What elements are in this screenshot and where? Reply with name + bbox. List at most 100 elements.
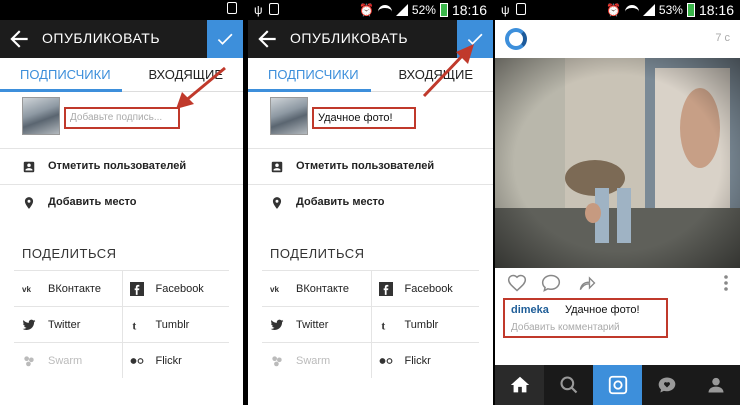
share-swarm-label: Swarm [296,355,331,367]
notification-icon [227,2,237,14]
status-bar [0,0,243,20]
caption-input[interactable]: Удачное фото! [312,107,416,129]
tab-direct[interactable]: ВХОДЯЩИЕ [148,67,223,82]
flickr-icon [379,358,392,364]
nav-home[interactable] [495,365,544,405]
battery-icon [686,3,695,17]
share-vk[interactable]: vk ВКонтакте [262,270,371,306]
back-arrow-icon[interactable] [254,26,280,52]
wifi-icon [377,5,392,15]
swarm-icon [24,356,34,367]
vk-icon: vk [270,285,280,294]
nav-search[interactable] [544,365,593,405]
check-icon [467,33,483,45]
share-grid: vk ВКонтакте Facebook Twitter t Tumblr S… [14,270,229,378]
share-vk[interactable]: vk ВКонтакте [14,270,122,306]
tag-person-icon [23,161,35,173]
share-tumblr-label: Tumblr [155,319,190,331]
add-comment-link[interactable]: Добавить комментарий [511,322,620,333]
heart-icon[interactable] [507,273,527,293]
nav-profile[interactable] [691,365,740,405]
post-header: 7 c [495,20,740,58]
tab-followers[interactable]: ПОДПИСЧИКИ [20,67,111,82]
publish-screen-filled: ψ ⏰ 52% 18:16 ОПУБЛИКОВАТЬ ПОДПИСЧИКИ ВХ… [248,0,493,405]
share-vk-label: ВКонтакте [296,283,349,295]
photo-thumbnail [22,97,60,135]
share-flickr[interactable]: Flickr [370,342,479,378]
swarm-icon [272,356,282,367]
avatar[interactable] [505,28,527,50]
confirm-button[interactable] [207,20,243,58]
share-swarm[interactable]: Swarm [262,342,371,378]
share-twitter-label: Twitter [296,319,329,331]
caption-input[interactable]: Добавьте подпись... [64,107,180,129]
confirm-button[interactable] [457,20,493,58]
nav-camera[interactable] [593,365,642,405]
share-swarm[interactable]: Swarm [14,342,122,378]
share-tumblr-label: Tumblr [404,319,439,331]
share-facebook[interactable]: Facebook [370,270,479,306]
usb-icon: ψ [254,3,263,17]
add-location-label: Добавить место [48,196,137,208]
compose-area: Добавьте подпись... [0,93,243,143]
location-pin-icon [24,197,34,209]
usb-icon: ψ [501,3,510,17]
tab-indicator [248,89,371,92]
location-pin-icon [272,197,282,209]
battery-icon [439,3,448,17]
share-tumblr[interactable]: t Tumblr [370,306,479,342]
share-twitter[interactable]: Twitter [262,306,371,342]
status-time: 18:16 [451,2,487,18]
facebook-icon [378,282,393,296]
notification-icon [268,3,279,15]
tag-people-row[interactable]: Отметить пользователей [248,148,493,184]
publish-screen-empty: ОПУБЛИКОВАТЬ ПОДПИСЧИКИ ВХОДЯЩИЕ Добавьт… [0,0,243,405]
tab-direct[interactable]: ВХОДЯЩИЕ [398,67,473,82]
svg-text:vk: vk [270,285,280,294]
bottom-nav [495,365,740,405]
page-title: ОПУБЛИКОВАТЬ [42,30,161,46]
alarm-icon: ⏰ [605,3,621,17]
post-caption-text: Удачное фото! [565,304,640,316]
add-location-label: Добавить место [296,196,385,208]
tag-people-row[interactable]: Отметить пользователей [0,148,243,184]
page-title: ОПУБЛИКОВАТЬ [290,30,409,46]
facebook-icon [129,282,144,296]
share-arrow-icon[interactable] [577,273,597,293]
tab-bar: ПОДПИСЧИКИ ВХОДЯЩИЕ [248,58,493,92]
svg-text:t: t [381,320,385,332]
camera-icon [608,375,627,395]
post-username[interactable]: dimeka [511,304,549,316]
back-arrow-icon[interactable] [6,26,32,52]
svg-text:vk: vk [22,285,32,294]
more-options-icon[interactable] [722,273,730,293]
feed-screen: ψ ⏰ 53% 18:16 7 c dimeka Удачное фото! Д… [495,0,740,405]
tag-person-icon [271,161,283,173]
add-location-row[interactable]: Добавить место [0,184,243,220]
tumblr-icon: t [132,320,136,332]
post-caption: dimeka Удачное фото! Добавить комментари… [503,298,668,338]
search-icon [559,376,577,394]
share-twitter[interactable]: Twitter [14,306,122,342]
flickr-icon [130,358,143,364]
share-tumblr[interactable]: t Tumblr [121,306,229,342]
share-swarm-label: Swarm [48,355,83,367]
share-flickr[interactable]: Flickr [121,342,229,378]
tag-people-label: Отметить пользователей [296,160,435,172]
caption-placeholder: Добавьте подпись... [70,112,163,123]
share-heading: ПОДЕЛИТЬСЯ [22,246,117,261]
nav-activity[interactable] [642,365,691,405]
share-twitter-label: Twitter [48,319,81,331]
tab-followers[interactable]: ПОДПИСЧИКИ [268,67,359,82]
status-time: 18:16 [698,2,734,18]
alarm-icon: ⏰ [358,3,374,17]
twitter-icon [270,319,284,331]
share-facebook-label: Facebook [155,283,204,295]
compose-area: Удачное фото! [248,93,493,143]
photo-illustration [495,58,740,268]
add-location-row[interactable]: Добавить место [248,184,493,220]
post-photo[interactable] [495,58,740,268]
share-facebook[interactable]: Facebook [121,270,229,306]
comment-icon[interactable] [541,273,561,293]
vk-icon: vk [22,285,32,294]
